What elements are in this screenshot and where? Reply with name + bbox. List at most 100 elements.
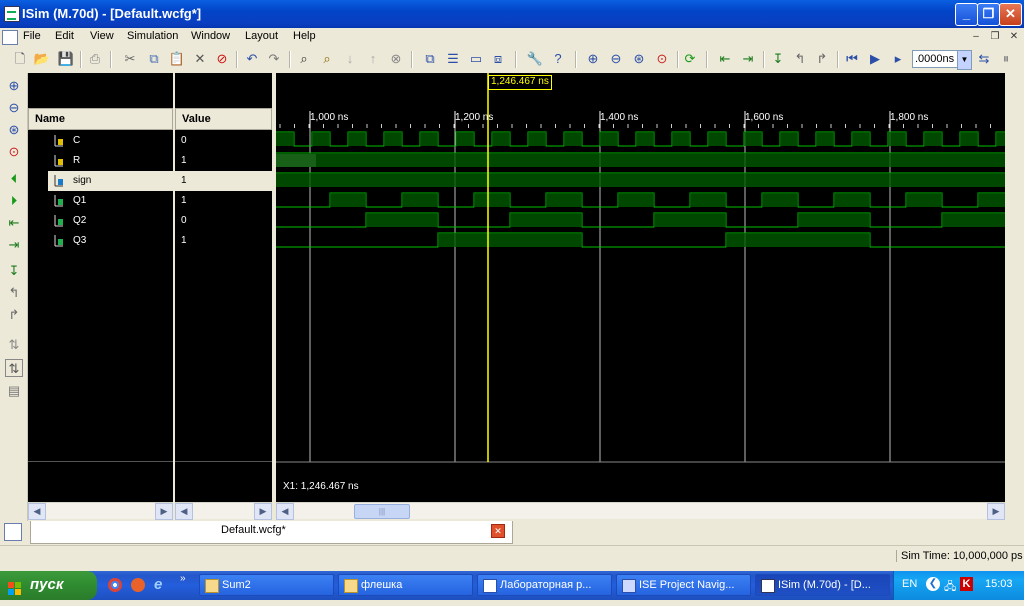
tile-horizontal-icon[interactable]: ☰ xyxy=(444,50,462,68)
context-help-icon[interactable]: ? xyxy=(549,50,567,68)
step-icon[interactable]: ↧ xyxy=(769,50,787,68)
signal-row[interactable]: C xyxy=(28,131,173,151)
signal-row[interactable]: Q1 xyxy=(28,191,173,211)
previous-transition-icon[interactable]: ⇤ xyxy=(5,214,23,232)
go-up-icon[interactable]: ↑ xyxy=(364,50,382,68)
zoom-out-icon[interactable]: ⊖ xyxy=(5,99,23,117)
open-folder-icon[interactable]: 📂 xyxy=(33,50,51,68)
taskbar-task-active[interactable]: ISim (M.70d) - [D... xyxy=(755,574,890,596)
next-marker-icon[interactable]: ↱ xyxy=(5,306,23,324)
signal-row[interactable]: R xyxy=(28,151,173,171)
menu-help[interactable]: Help xyxy=(289,29,320,43)
arrange-windows-icon[interactable]: ⧈ xyxy=(489,50,507,68)
menu-layout[interactable]: Layout xyxy=(241,29,282,43)
signal-row[interactable]: Q3 xyxy=(28,231,173,251)
tile-vertical-icon[interactable]: ▭ xyxy=(467,50,485,68)
document-menu-icon[interactable] xyxy=(2,30,18,45)
restart-icon[interactable]: ⏮ xyxy=(843,50,861,68)
find-next-icon[interactable]: ⌕ xyxy=(318,50,336,68)
run-all-icon[interactable]: ▶ xyxy=(866,50,884,68)
stop-icon[interactable]: ⊘ xyxy=(213,50,231,68)
menu-view[interactable]: View xyxy=(86,29,118,43)
step-time-icon[interactable]: ⇆ xyxy=(975,50,993,68)
step-over-icon[interactable]: ↱ xyxy=(813,50,831,68)
menu-window[interactable]: Window xyxy=(187,29,234,43)
scroll-thumb[interactable]: ||| xyxy=(354,504,410,519)
swap-cursors-icon[interactable]: ⇅ xyxy=(5,336,23,354)
cascade-windows-icon[interactable]: ⧉ xyxy=(421,50,439,68)
find-icon[interactable]: ⌕ xyxy=(295,50,313,68)
go-to-time-zero-icon[interactable]: ⏴ xyxy=(5,170,23,188)
run-time-dropdown-icon[interactable]: ▼ xyxy=(957,50,972,70)
step-back-icon[interactable]: ↰ xyxy=(791,50,809,68)
minimize-button[interactable]: _ xyxy=(955,3,978,26)
break-icon[interactable]: ⏸ xyxy=(997,50,1015,68)
zoom-fit-icon[interactable]: ⊛ xyxy=(630,50,648,68)
taskbar-task[interactable]: Лабораторная р... xyxy=(477,574,612,596)
next-transition-icon[interactable]: ⇥ xyxy=(5,236,23,254)
mdi-restore-icon[interactable]: ❐ xyxy=(988,30,1002,43)
menu-simulation[interactable]: Simulation xyxy=(123,29,182,43)
delete-icon[interactable]: ✕ xyxy=(191,50,209,68)
undo-icon[interactable]: ↶ xyxy=(243,50,261,68)
zoom-to-cursor-icon[interactable]: ⊙ xyxy=(653,50,671,68)
value-column-header[interactable]: Value xyxy=(175,108,272,130)
previous-marker-icon[interactable]: ↰ xyxy=(5,284,23,302)
zoom-to-cursor-icon[interactable]: ⊙ xyxy=(5,143,23,161)
mdi-minimize-icon[interactable]: – xyxy=(969,30,983,43)
previous-transition-icon[interactable]: ⇤ xyxy=(716,50,734,68)
paste-icon[interactable]: 📋 xyxy=(168,50,186,68)
waveform-scrollbar[interactable]: ◀ ||| ▶ xyxy=(276,502,1005,520)
language-indicator[interactable]: EN xyxy=(902,578,917,590)
chrome-icon[interactable] xyxy=(108,578,122,592)
restore-button[interactable]: ❐ xyxy=(977,3,1000,26)
go-down-icon[interactable]: ↓ xyxy=(341,50,359,68)
redo-icon[interactable]: ↷ xyxy=(265,50,283,68)
name-panel-scrollbar[interactable]: ◀ ▶ xyxy=(28,502,173,520)
tray-expand-icon[interactable]: ❮ xyxy=(926,577,940,591)
waveform-panel[interactable]: 1,246.467 ns 1,000 ns 1,200 ns 1,400 ns … xyxy=(276,73,1005,502)
zoom-out-icon[interactable]: ⊖ xyxy=(607,50,625,68)
floating-ruler-icon[interactable]: ▤ xyxy=(5,382,23,400)
internet-explorer-icon[interactable]: e xyxy=(154,576,162,593)
menu-file[interactable]: File xyxy=(19,29,45,43)
add-marker-icon[interactable]: ↧ xyxy=(5,262,23,280)
copy-icon[interactable]: ⧉ xyxy=(145,50,163,68)
run-for-time-icon[interactable]: ▸ xyxy=(889,50,907,68)
scroll-right-icon[interactable]: ▶ xyxy=(254,503,272,520)
tab-default-wcfg[interactable]: Default.wcfg* ✕ xyxy=(30,521,513,544)
print-icon[interactable]: ⎙ xyxy=(86,50,104,68)
run-time-input[interactable]: .0000ns xyxy=(912,50,960,68)
close-button[interactable]: ✕ xyxy=(999,3,1022,26)
go-to-latest-time-icon[interactable]: ⏵ xyxy=(5,192,23,210)
taskbar-task[interactable]: флешка xyxy=(338,574,473,596)
settings-wrench-icon[interactable]: 🔧 xyxy=(526,50,544,68)
scroll-right-icon[interactable]: ▶ xyxy=(155,503,173,520)
scroll-right-icon[interactable]: ▶ xyxy=(987,503,1005,520)
next-transition-icon[interactable]: ⇥ xyxy=(739,50,757,68)
tab-close-icon[interactable]: ✕ xyxy=(491,524,505,538)
taskbar-task[interactable]: Sum2 xyxy=(199,574,334,596)
name-column-header[interactable]: Name xyxy=(28,108,173,130)
save-icon[interactable]: 💾 xyxy=(57,50,75,68)
waveform-canvas[interactable] xyxy=(276,73,1005,502)
scroll-left-icon[interactable]: ◀ xyxy=(175,503,193,520)
mdi-close-icon[interactable]: ✕ xyxy=(1007,30,1021,43)
taskbar-task[interactable]: ISE Project Navig... xyxy=(616,574,751,596)
zoom-fit-icon[interactable]: ⊛ xyxy=(5,121,23,139)
value-panel-scrollbar[interactable]: ◀ ▶ xyxy=(175,502,272,520)
cut-icon[interactable]: ✂ xyxy=(121,50,139,68)
snap-to-transition-icon[interactable]: ⇅ xyxy=(5,359,23,377)
menu-edit[interactable]: Edit xyxy=(51,29,78,43)
quick-launch-more-icon[interactable]: » xyxy=(180,573,186,584)
kaspersky-icon[interactable]: K xyxy=(960,577,973,591)
firefox-icon[interactable] xyxy=(131,578,145,592)
network-icon[interactable]: 🖧 xyxy=(944,578,956,597)
signal-row[interactable]: Q2 xyxy=(28,211,173,231)
new-file-icon[interactable]: 🗋 xyxy=(11,50,29,68)
clear-icon[interactable]: ⊗ xyxy=(387,50,405,68)
refresh-icon[interactable]: ⟳ xyxy=(681,50,699,68)
zoom-in-icon[interactable]: ⊕ xyxy=(5,77,23,95)
start-button[interactable]: пуск xyxy=(0,571,97,600)
zoom-in-icon[interactable]: ⊕ xyxy=(584,50,602,68)
